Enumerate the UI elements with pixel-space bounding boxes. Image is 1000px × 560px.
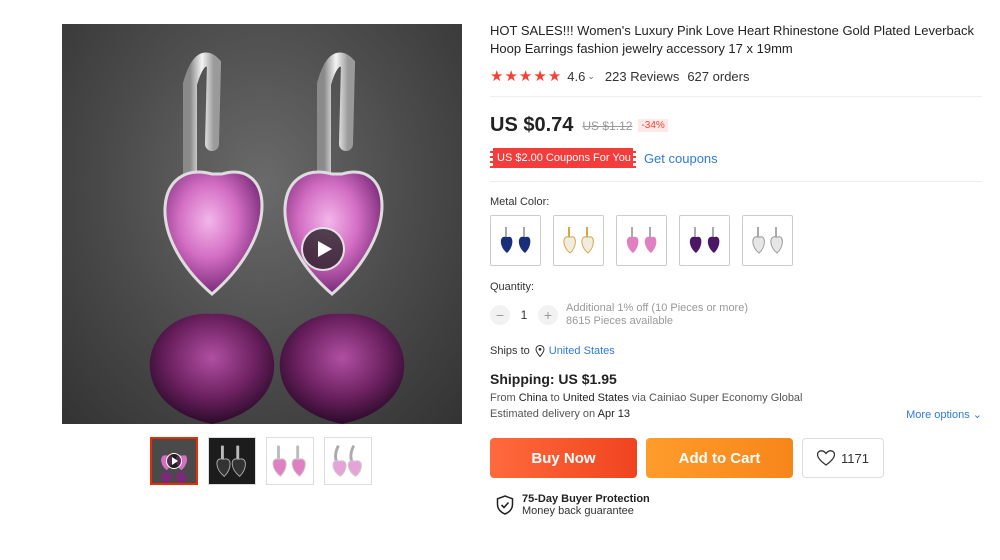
bulk-discount-note: Additional 1% off (10 Pieces or more) bbox=[566, 302, 748, 314]
shield-check-icon bbox=[496, 495, 514, 515]
action-buttons: Buy Now Add to Cart 1171 bbox=[490, 438, 982, 478]
add-to-cart-button[interactable]: Add to Cart bbox=[646, 438, 793, 478]
heart-icon bbox=[817, 450, 836, 466]
thumbnail-image bbox=[267, 438, 313, 484]
metal-color-options bbox=[490, 215, 982, 266]
star-icon: ★ bbox=[547, 67, 562, 85]
swatch-image bbox=[500, 226, 530, 253]
origin-country: China bbox=[518, 392, 548, 404]
product-main-image[interactable] bbox=[62, 24, 462, 424]
quantity-input[interactable] bbox=[510, 308, 538, 322]
star-icon: ★ bbox=[518, 67, 533, 85]
swatch-gold[interactable] bbox=[553, 215, 604, 266]
divider bbox=[490, 96, 982, 97]
protection-title: 75-Day Buyer Protection bbox=[522, 493, 650, 505]
buyer-protection: 75-Day Buyer Protection Money back guara… bbox=[496, 493, 982, 517]
star-icon: ★ bbox=[490, 67, 504, 85]
delivery-date: Apr 13 bbox=[597, 408, 631, 420]
shipping-route: From China to United States via Cainiao … bbox=[490, 392, 982, 404]
stock-available: 8615 Pieces available bbox=[566, 315, 674, 327]
quantity-increase-button[interactable]: + bbox=[538, 305, 558, 325]
swatch-image bbox=[562, 226, 594, 254]
quantity-stepper: − + Additional 1% off (10 Pieces or more… bbox=[490, 302, 982, 328]
product-info: HOT SALES!!! Women's Luxury Pink Love He… bbox=[490, 22, 982, 517]
thumbnail-pink[interactable] bbox=[266, 437, 314, 485]
swatch-silver[interactable] bbox=[742, 215, 793, 266]
quantity-decrease-button[interactable]: − bbox=[490, 305, 510, 325]
star-icon: ★ bbox=[533, 67, 547, 85]
protection-subtitle: Money back guarantee bbox=[522, 505, 634, 517]
shipping-method: via Cainiao Super Economy Global bbox=[631, 392, 803, 404]
orders-count: 627 orders bbox=[687, 68, 750, 84]
location-pin-icon bbox=[535, 345, 545, 357]
from-label: From bbox=[490, 392, 516, 404]
reviews-link[interactable]: 223 Reviews bbox=[605, 69, 679, 84]
swatch-blue[interactable] bbox=[490, 215, 541, 266]
delivery-label: Estimated delivery on bbox=[490, 408, 596, 420]
original-price: US $1.12 bbox=[582, 118, 633, 133]
star-rating[interactable]: ★ ★ ★ ★ ★ bbox=[490, 69, 561, 84]
ships-to-row: Ships to United States bbox=[490, 345, 982, 357]
shipping-cost: Shipping: US $1.95 bbox=[490, 371, 617, 387]
ships-to-country-link[interactable]: United States bbox=[549, 345, 615, 357]
wishlist-button[interactable]: 1171 bbox=[802, 438, 884, 478]
estimated-delivery: Estimated delivery on Apr 13 bbox=[490, 408, 630, 421]
wishlist-count: 1171 bbox=[841, 450, 869, 466]
swatch-image bbox=[626, 226, 656, 253]
price-row: US $0.74 US $1.12 -34% bbox=[490, 114, 982, 137]
thumbnail-video[interactable] bbox=[150, 437, 198, 485]
current-price: US $0.74 bbox=[490, 114, 574, 136]
to-label: to bbox=[550, 392, 560, 404]
thumbnail-image bbox=[209, 438, 255, 484]
thumbnail-image bbox=[325, 438, 371, 484]
coupon-badge[interactable]: US $2.00 Coupons For You bbox=[490, 148, 636, 168]
swatch-pink[interactable] bbox=[616, 215, 667, 266]
swatch-image bbox=[689, 226, 719, 253]
swatch-image bbox=[751, 226, 783, 254]
chevron-down-icon: ⌄ bbox=[972, 409, 982, 421]
buy-now-button[interactable]: Buy Now bbox=[490, 438, 637, 478]
rating-value[interactable]: 4.6 bbox=[567, 69, 585, 84]
get-coupons-link[interactable]: Get coupons bbox=[644, 151, 718, 166]
thumbnail-strip bbox=[150, 437, 372, 485]
play-icon bbox=[317, 241, 332, 257]
quantity-notes: Additional 1% off (10 Pieces or more) 86… bbox=[566, 302, 748, 328]
more-options-link[interactable]: More options ⌄ bbox=[906, 408, 982, 421]
chevron-down-icon[interactable]: ⌄ bbox=[587, 71, 595, 82]
coupon-row: US $2.00 Coupons For You Get coupons bbox=[490, 148, 982, 168]
play-icon bbox=[166, 453, 182, 469]
thumbnail-pink-silver[interactable] bbox=[324, 437, 372, 485]
rating-row: ★ ★ ★ ★ ★ 4.6 ⌄ 223 Reviews 627 orders bbox=[490, 67, 982, 85]
destination-country: United States bbox=[562, 392, 629, 404]
delivery-row: Estimated delivery on Apr 13 More option… bbox=[490, 408, 982, 421]
thumbnail-dark[interactable] bbox=[208, 437, 256, 485]
product-title: HOT SALES!!! Women's Luxury Pink Love He… bbox=[490, 23, 974, 56]
divider bbox=[490, 181, 982, 182]
more-options-label: More options bbox=[906, 409, 970, 421]
ships-to-label: Ships to bbox=[490, 345, 530, 357]
swatch-purple[interactable] bbox=[679, 215, 730, 266]
quantity-label: Quantity: bbox=[490, 281, 535, 293]
discount-badge: -34% bbox=[638, 119, 668, 132]
metal-color-label: Metal Color: bbox=[490, 196, 550, 208]
play-video-button[interactable] bbox=[301, 227, 345, 271]
earrings-image bbox=[149, 52, 405, 424]
star-icon: ★ bbox=[504, 67, 518, 85]
